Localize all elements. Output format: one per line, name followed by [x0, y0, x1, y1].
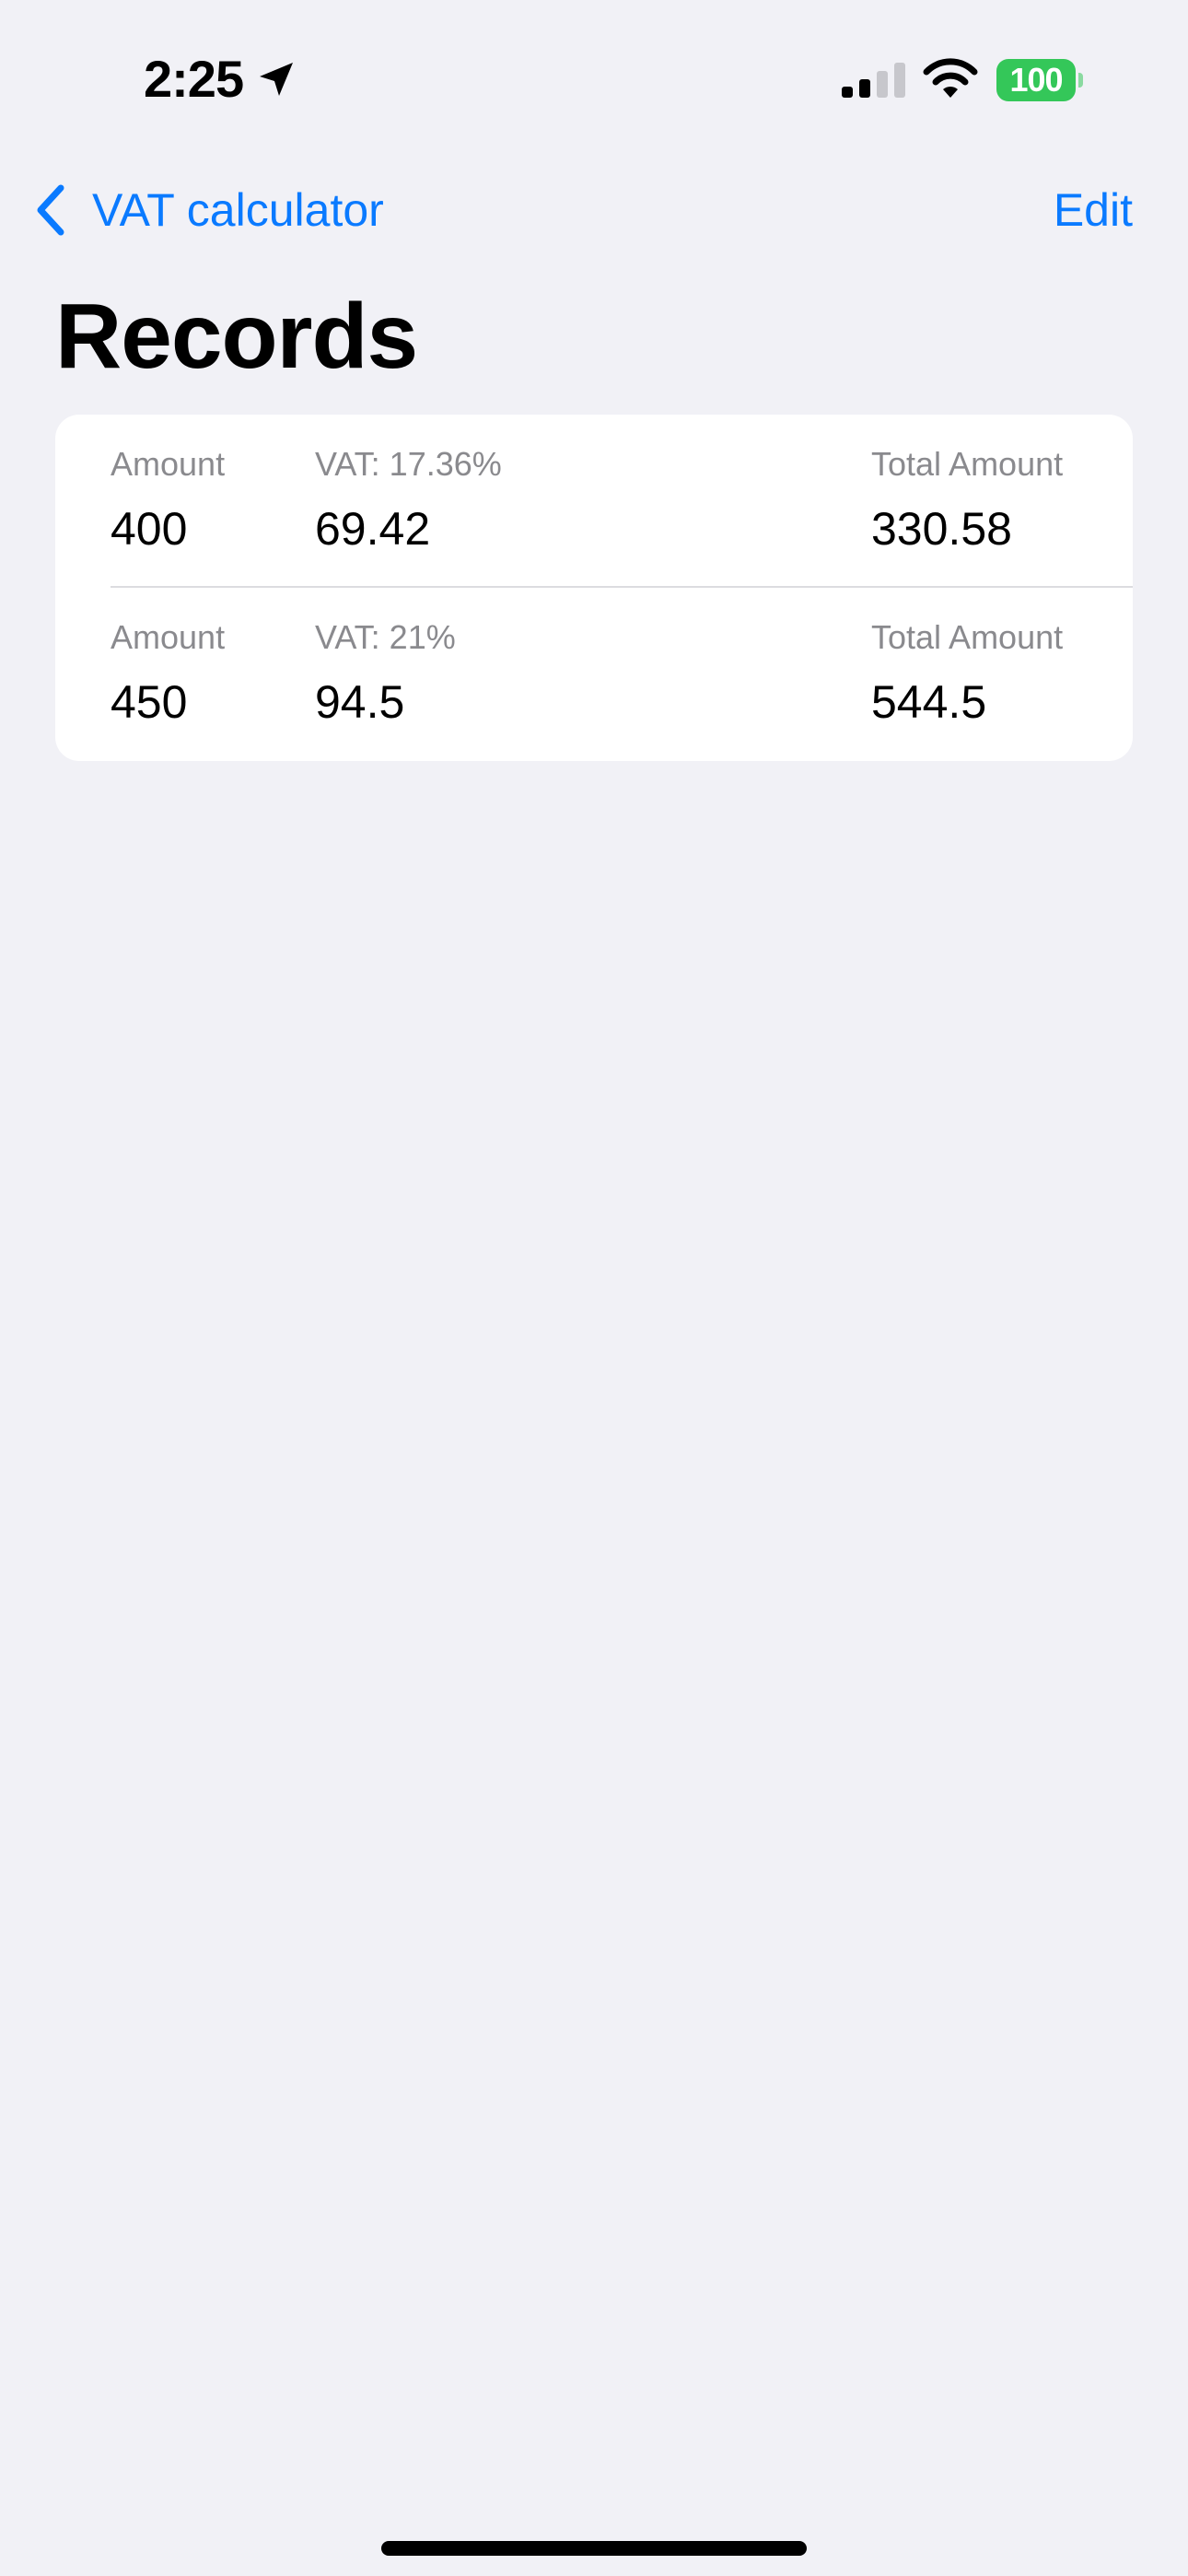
- record-row[interactable]: Amount 450 VAT: 21% 94.5 Total Amount 54…: [55, 588, 1133, 761]
- location-arrow-icon: [260, 63, 293, 96]
- vat-value: 94.5: [315, 676, 405, 728]
- edit-button[interactable]: Edit: [1054, 177, 1133, 243]
- total-cell: Total Amount 330.58: [871, 442, 1063, 558]
- total-cell: Total Amount 544.5: [871, 615, 1063, 732]
- page-title: Records: [55, 285, 418, 388]
- wifi-icon: [923, 58, 978, 98]
- vat-label: VAT: 21%: [315, 618, 456, 656]
- amount-value: 400: [111, 503, 188, 555]
- cellular-signal-icon: [842, 63, 905, 98]
- amount-label: Amount: [111, 445, 226, 483]
- battery-indicator: 100: [996, 59, 1083, 101]
- total-label: Total Amount: [871, 445, 1064, 483]
- battery-level: 100: [996, 59, 1076, 101]
- records-list: Amount 400 VAT: 17.36% 69.42 Total Amoun…: [55, 415, 1133, 761]
- screen: 2:25 100 VAT calculator Edit Records Amo…: [0, 0, 1188, 2576]
- amount-cell: Amount 450: [111, 615, 225, 732]
- chevron-left-icon: [37, 184, 64, 236]
- total-label: Total Amount: [871, 618, 1064, 656]
- amount-label: Amount: [111, 618, 226, 656]
- amount-value: 450: [111, 676, 188, 728]
- vat-cell: VAT: 21% 94.5: [315, 615, 456, 732]
- battery-tip: [1078, 73, 1083, 88]
- status-time: 2:25: [144, 50, 244, 108]
- back-button-label: VAT calculator: [92, 184, 384, 236]
- vat-value: 69.42: [315, 503, 431, 555]
- total-value: 330.58: [871, 503, 1012, 555]
- vat-label: VAT: 17.36%: [315, 445, 502, 483]
- vat-cell: VAT: 17.36% 69.42: [315, 442, 502, 558]
- amount-cell: Amount 400: [111, 442, 225, 558]
- record-row[interactable]: Amount 400 VAT: 17.36% 69.42 Total Amoun…: [55, 415, 1133, 588]
- home-indicator[interactable]: [381, 2541, 807, 2556]
- total-value: 544.5: [871, 676, 987, 728]
- back-button[interactable]: VAT calculator: [33, 177, 384, 243]
